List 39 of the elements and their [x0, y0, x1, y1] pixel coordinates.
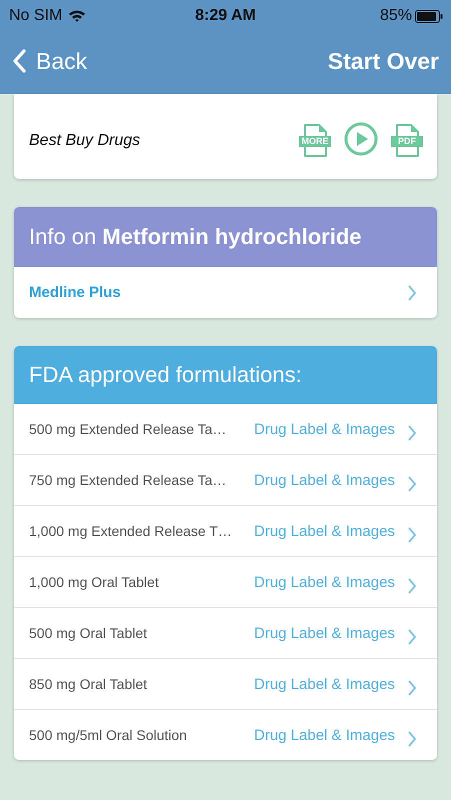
- link-label: Drug Label & Images: [254, 726, 396, 744]
- source-title: Best Buy Drugs: [29, 132, 140, 150]
- list-item[interactable]: 500 mg/5ml Oral Solution Drug Label & Images: [14, 710, 437, 760]
- chevron-icon: [407, 577, 417, 595]
- battery-icon: [415, 10, 443, 22]
- card-title: FDA approved formulations:: [29, 362, 302, 388]
- list-item[interactable]: 1,000 mg Oral Tablet Drug Label & Images: [14, 557, 437, 608]
- formulation-name: 1,000 mg Extended Release T…: [29, 523, 233, 539]
- link-label: Drug Label & Images: [254, 676, 396, 692]
- link-label: Drug Label & Images: [254, 420, 396, 438]
- carrier-label: No SIM: [9, 7, 62, 25]
- formulation-name: 500 mg Extended Release Ta…: [29, 421, 228, 437]
- link-label: Drug Label & Images: [254, 522, 396, 540]
- chevron-icon: [407, 284, 417, 302]
- link-label: Drug Label & Images: [254, 472, 396, 488]
- battery-percentage: 85%: [380, 7, 412, 25]
- list-item[interactable]: 750 mg Extended Release Ta… Drug Label & Images: [14, 455, 437, 506]
- list-item[interactable]: 850 mg Oral Tablet Drug Label & Images: [14, 659, 437, 710]
- back-icon: [12, 49, 26, 73]
- link-label: Drug Label & Images: [254, 624, 396, 642]
- list-item[interactable]: 500 mg Oral Tablet Drug Label & Images: [14, 608, 437, 659]
- formulation-name: 500 mg/5ml Oral Solution: [29, 727, 188, 743]
- formulation-name: 750 mg Extended Release Ta…: [29, 472, 228, 488]
- link-label: Medline Plus: [29, 284, 122, 301]
- wifi-icon: [68, 9, 86, 23]
- chevron-icon: [407, 475, 417, 493]
- chevron-icon: [407, 526, 417, 544]
- card-title: Info on Metformin hydrochloride: [29, 224, 362, 250]
- formulation-name: 850 mg Oral Tablet: [29, 676, 148, 692]
- link-label: Drug Label & Images: [254, 574, 396, 590]
- clock-time: 8:29 AM: [195, 7, 256, 25]
- chevron-icon: [407, 424, 417, 442]
- list-item[interactable]: 1,000 mg Extended Release T… Drug Label & Images: [14, 506, 437, 557]
- chevron-icon: [407, 628, 417, 646]
- formulation-name: 1,000 mg Oral Tablet: [29, 574, 160, 590]
- chevron-icon: [407, 730, 417, 748]
- list-item[interactable]: 500 mg Extended Release Ta… Drug Label & Images: [14, 404, 437, 455]
- formulation-name: 500 mg Oral Tablet: [29, 625, 148, 641]
- chevron-icon: [407, 679, 417, 697]
